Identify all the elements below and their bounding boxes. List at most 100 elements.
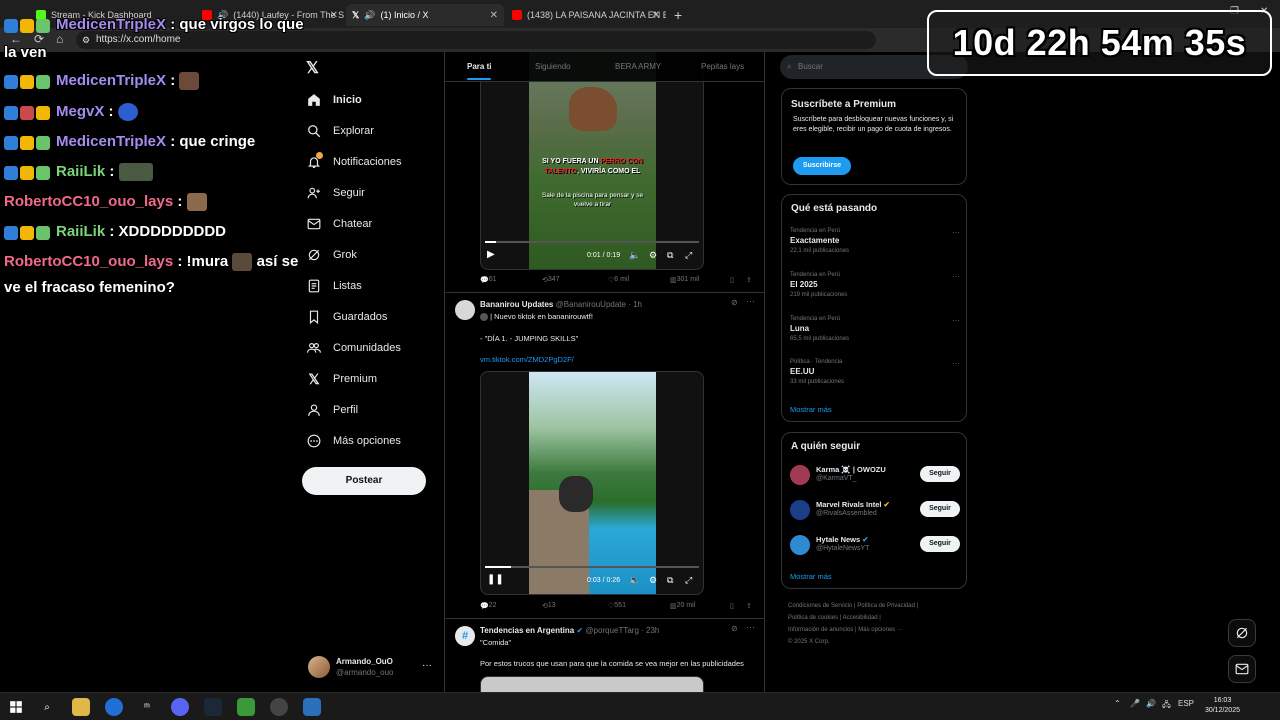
more-icon[interactable]: ··· xyxy=(952,316,960,325)
tab-para-ti[interactable]: Para ti xyxy=(467,62,492,80)
more-icon[interactable]: ··· xyxy=(952,272,960,281)
fullscreen-icon[interactable]: ⤢ xyxy=(685,575,692,586)
footer-link[interactable]: Accesibilidad xyxy=(843,615,878,621)
grok-icon xyxy=(1236,627,1248,639)
reply-button[interactable]: 💬 61 xyxy=(480,276,497,284)
bookmark-icon[interactable]: ▯ xyxy=(730,602,734,610)
pause-icon[interactable]: ❚❚ xyxy=(487,574,504,585)
follow-suggestion[interactable]: Karma ☠️ | OWOZU @KarmaVT_ Seguir xyxy=(790,463,960,489)
share-icon[interactable]: ⇪ xyxy=(746,602,752,610)
tweet-video-pool[interactable]: ❚❚ 0:03 / 0:26 🔈 ⚙ ⧉ ⤢ xyxy=(480,371,704,595)
new-tab-button[interactable]: + xyxy=(668,4,688,26)
follow-suggestion[interactable]: Marvel Rivals Intel ✔ @RivalsAssembled S… xyxy=(790,498,960,524)
close-tab-icon[interactable]: ✕ xyxy=(652,10,660,21)
sidebar-item-perfil[interactable]: Perfil xyxy=(306,402,358,418)
app-icon[interactable] xyxy=(303,698,321,716)
trend-item[interactable]: Tendencia en Perú El 2025 219 mil public… xyxy=(790,272,960,298)
tweet-link[interactable]: vm.tiktok.com/ZMD2PgD2F/ xyxy=(480,355,574,364)
grok-icon[interactable]: ⊘ xyxy=(731,624,738,633)
microphone-icon[interactable]: 🎤 xyxy=(1130,699,1140,708)
sidebar-item-guardados[interactable]: Guardados xyxy=(306,309,387,325)
author-handle[interactable]: @porqueTTarg xyxy=(585,626,638,635)
network-icon[interactable]: 🖧 xyxy=(1162,699,1171,713)
search-icon[interactable]: ⌕ xyxy=(38,698,56,716)
follow-button[interactable]: Seguir xyxy=(920,466,960,482)
tweet-header: Bananirou Updates @BananirouUpdate · 1h xyxy=(480,300,642,309)
show-more-link[interactable]: Mostrar más xyxy=(790,405,832,414)
author-name[interactable]: Bananirou Updates xyxy=(480,300,553,309)
avatar[interactable] xyxy=(455,300,475,320)
video-progress[interactable] xyxy=(485,566,699,568)
more-icon[interactable]: ··· xyxy=(952,359,960,368)
views-count[interactable]: ▥ 301 mil xyxy=(670,276,699,284)
post-button[interactable]: Postear xyxy=(302,467,426,495)
like-button[interactable]: ♡ 6 mil xyxy=(608,276,629,284)
volume-icon[interactable]: 🔈 xyxy=(629,575,640,586)
obs-icon[interactable] xyxy=(270,698,288,716)
grok-icon[interactable]: ⊘ xyxy=(731,298,738,307)
volume-icon[interactable]: 🔈 xyxy=(629,250,640,261)
video-progress[interactable] xyxy=(485,241,699,243)
browser-icon[interactable] xyxy=(105,698,123,716)
reply-button[interactable]: 💬 22 xyxy=(480,602,497,610)
clock[interactable]: 16:03 30/12/2025 xyxy=(1205,696,1240,716)
repost-button[interactable]: ⟲ 347 xyxy=(542,276,560,284)
more-icon[interactable]: ··· xyxy=(746,622,755,632)
tab-bera-army[interactable]: BERA ARMY xyxy=(615,62,661,71)
file-explorer-icon[interactable] xyxy=(72,698,90,716)
close-tab-icon[interactable]: ✕ xyxy=(490,10,498,21)
windows-start-icon[interactable] xyxy=(7,698,25,716)
footer-link[interactable]: Condiciones de Servicio xyxy=(788,603,852,609)
share-icon[interactable]: ⇪ xyxy=(746,276,752,284)
tab-siguiendo[interactable]: Siguiendo xyxy=(535,62,571,71)
hashtag-avatar[interactable]: # xyxy=(455,626,475,646)
tray-expand-icon[interactable]: ⌃ xyxy=(1114,699,1121,708)
speaker-icon[interactable]: 🔊 xyxy=(1146,699,1156,708)
more-icon[interactable]: ··· xyxy=(746,296,755,306)
author-handle[interactable]: @BananirouUpdate xyxy=(556,300,626,309)
app-icon[interactable]: ᵐ xyxy=(138,698,156,716)
language-indicator[interactable]: ESP xyxy=(1178,699,1194,708)
footer-link[interactable]: Política de Privacidad xyxy=(857,603,915,609)
like-button[interactable]: ♡ 551 xyxy=(608,602,626,610)
minecraft-icon[interactable] xyxy=(237,698,255,716)
author-name[interactable]: Tendencias en Argentina xyxy=(480,626,574,635)
grok-button[interactable] xyxy=(1228,619,1256,647)
trend-item[interactable]: Política · Tendencia EE.UU 33 mil public… xyxy=(790,359,960,385)
footer-link[interactable]: Más opciones ··· xyxy=(858,627,903,633)
more-icon[interactable]: ··· xyxy=(952,228,960,237)
tab-pepitas-lays[interactable]: Pepitas lays xyxy=(701,62,744,71)
tweet-video-dog[interactable]: SI YO FUERA UN PERRO CON TALENTO, VIVIRÍ… xyxy=(480,52,704,270)
tweet-time[interactable]: · 23h xyxy=(641,626,659,635)
show-more-link[interactable]: Mostrar más xyxy=(790,572,832,581)
bookmark-icon[interactable]: ▯ xyxy=(730,276,734,284)
fullscreen-icon[interactable]: ⤢ xyxy=(685,250,692,261)
messages-button[interactable] xyxy=(1228,655,1256,683)
tab-youtube-paisana[interactable]: (1438) LA PAISANA JACINTA EN B ✕ xyxy=(506,4,666,26)
tab-x-home[interactable]: 𝕏 🔊 (1) Inicio / X ✕ xyxy=(346,4,504,26)
pip-icon[interactable]: ⧉ xyxy=(667,575,673,586)
repost-button[interactable]: ⟲ 13 xyxy=(542,602,556,610)
bookmark-icon xyxy=(306,309,322,325)
views-count[interactable]: ▥ 20 mil xyxy=(670,602,695,610)
settings-icon[interactable]: ⚙ xyxy=(649,250,657,261)
subscribe-button[interactable]: Suscribirse xyxy=(793,157,851,175)
sidebar-item-comunidades[interactable]: Comunidades xyxy=(306,340,401,356)
account-switcher[interactable]: Armando_OuO @armando_ouo ··· xyxy=(306,654,436,682)
sidebar-item-mas-opciones[interactable]: Más opciones xyxy=(306,433,401,449)
tweet-time[interactable]: · 1h xyxy=(628,300,642,309)
follow-button[interactable]: Seguir xyxy=(920,501,960,517)
footer-link[interactable]: Política de cookies xyxy=(788,615,838,621)
follow-suggestion[interactable]: Hytale News ✔ @HytaleNewsYT Seguir xyxy=(790,533,960,559)
pip-icon[interactable]: ⧉ xyxy=(667,250,673,261)
footer-link[interactable]: Información de anuncios xyxy=(788,627,853,633)
settings-icon[interactable]: ⚙ xyxy=(649,575,657,586)
trend-item[interactable]: Tendencia en Perú Luna 65,5 mil publicac… xyxy=(790,316,960,342)
follow-button[interactable]: Seguir xyxy=(920,536,960,552)
trend-item[interactable]: Tendencia en Perú Exactamente 22,1 mil p… xyxy=(790,228,960,254)
play-icon[interactable]: ▶ xyxy=(487,249,495,260)
tweet-image[interactable] xyxy=(480,676,704,692)
steam-icon[interactable] xyxy=(204,698,222,716)
sidebar-item-premium[interactable]: 𝕏 Premium xyxy=(306,371,377,387)
discord-icon[interactable] xyxy=(171,698,189,716)
